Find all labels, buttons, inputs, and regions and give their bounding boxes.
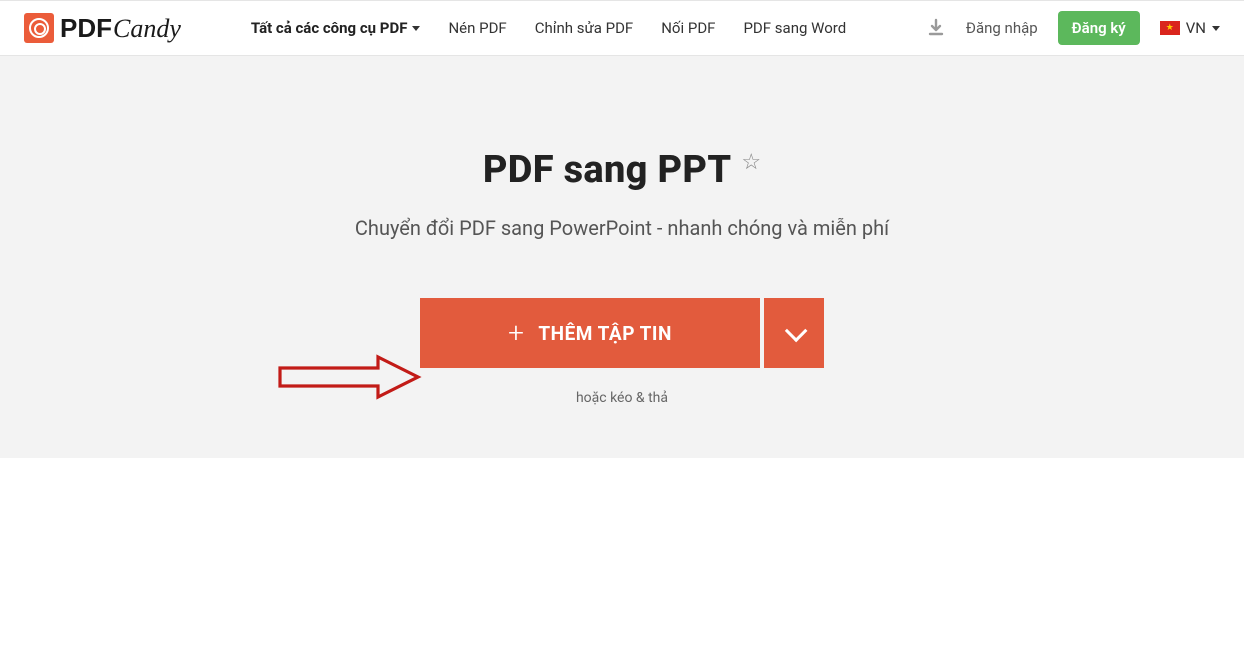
caret-down-icon [412, 26, 420, 31]
logo-mark-icon [24, 13, 54, 43]
topbar: PDFCandy Tất cả các công cụ PDF Nén PDF … [0, 0, 1244, 56]
add-file-button[interactable]: + THÊM TẬP TIN [420, 298, 760, 368]
logo-text: PDFCandy [60, 13, 181, 44]
nav-all-tools[interactable]: Tất cả các công cụ PDF [251, 19, 421, 37]
page-subtitle: Chuyển đổi PDF sang PowerPoint - nhanh c… [0, 216, 1244, 240]
page-title: PDF sang PPT [483, 148, 732, 192]
nav-compress[interactable]: Nén PDF [448, 19, 506, 37]
flag-vn-icon [1160, 21, 1180, 35]
logo[interactable]: PDFCandy [24, 13, 181, 44]
hero-section: PDF sang PPT ☆ Chuyển đổi PDF sang Power… [0, 56, 1244, 458]
more-sources-button[interactable] [764, 298, 824, 368]
chevron-down-icon [785, 320, 808, 343]
nav-edit[interactable]: Chỉnh sửa PDF [535, 19, 634, 37]
lang-code: VN [1186, 19, 1206, 37]
caret-down-icon [1212, 26, 1220, 31]
plus-icon: + [508, 319, 524, 347]
language-selector[interactable]: VN [1160, 19, 1220, 37]
title-wrap: PDF sang PPT ☆ [483, 148, 761, 192]
topbar-right: Đăng nhập Đăng ký VN [926, 11, 1220, 45]
arrow-annotation-icon [278, 354, 428, 404]
upload-button-row: + THÊM TẬP TIN [0, 298, 1244, 368]
signup-button[interactable]: Đăng ký [1058, 11, 1140, 45]
add-file-label: THÊM TẬP TIN [538, 322, 672, 345]
login-link[interactable]: Đăng nhập [966, 19, 1038, 37]
nav-merge[interactable]: Nối PDF [661, 19, 715, 37]
nav-to-word[interactable]: PDF sang Word [743, 19, 846, 37]
drag-drop-hint: hoặc kéo & thả [0, 390, 1244, 406]
favorite-star-icon[interactable]: ☆ [741, 150, 761, 175]
main-nav: Tất cả các công cụ PDF Nén PDF Chỉnh sửa… [251, 19, 846, 37]
download-icon[interactable] [926, 18, 946, 38]
nav-all-tools-label: Tất cả các công cụ PDF [251, 19, 408, 37]
